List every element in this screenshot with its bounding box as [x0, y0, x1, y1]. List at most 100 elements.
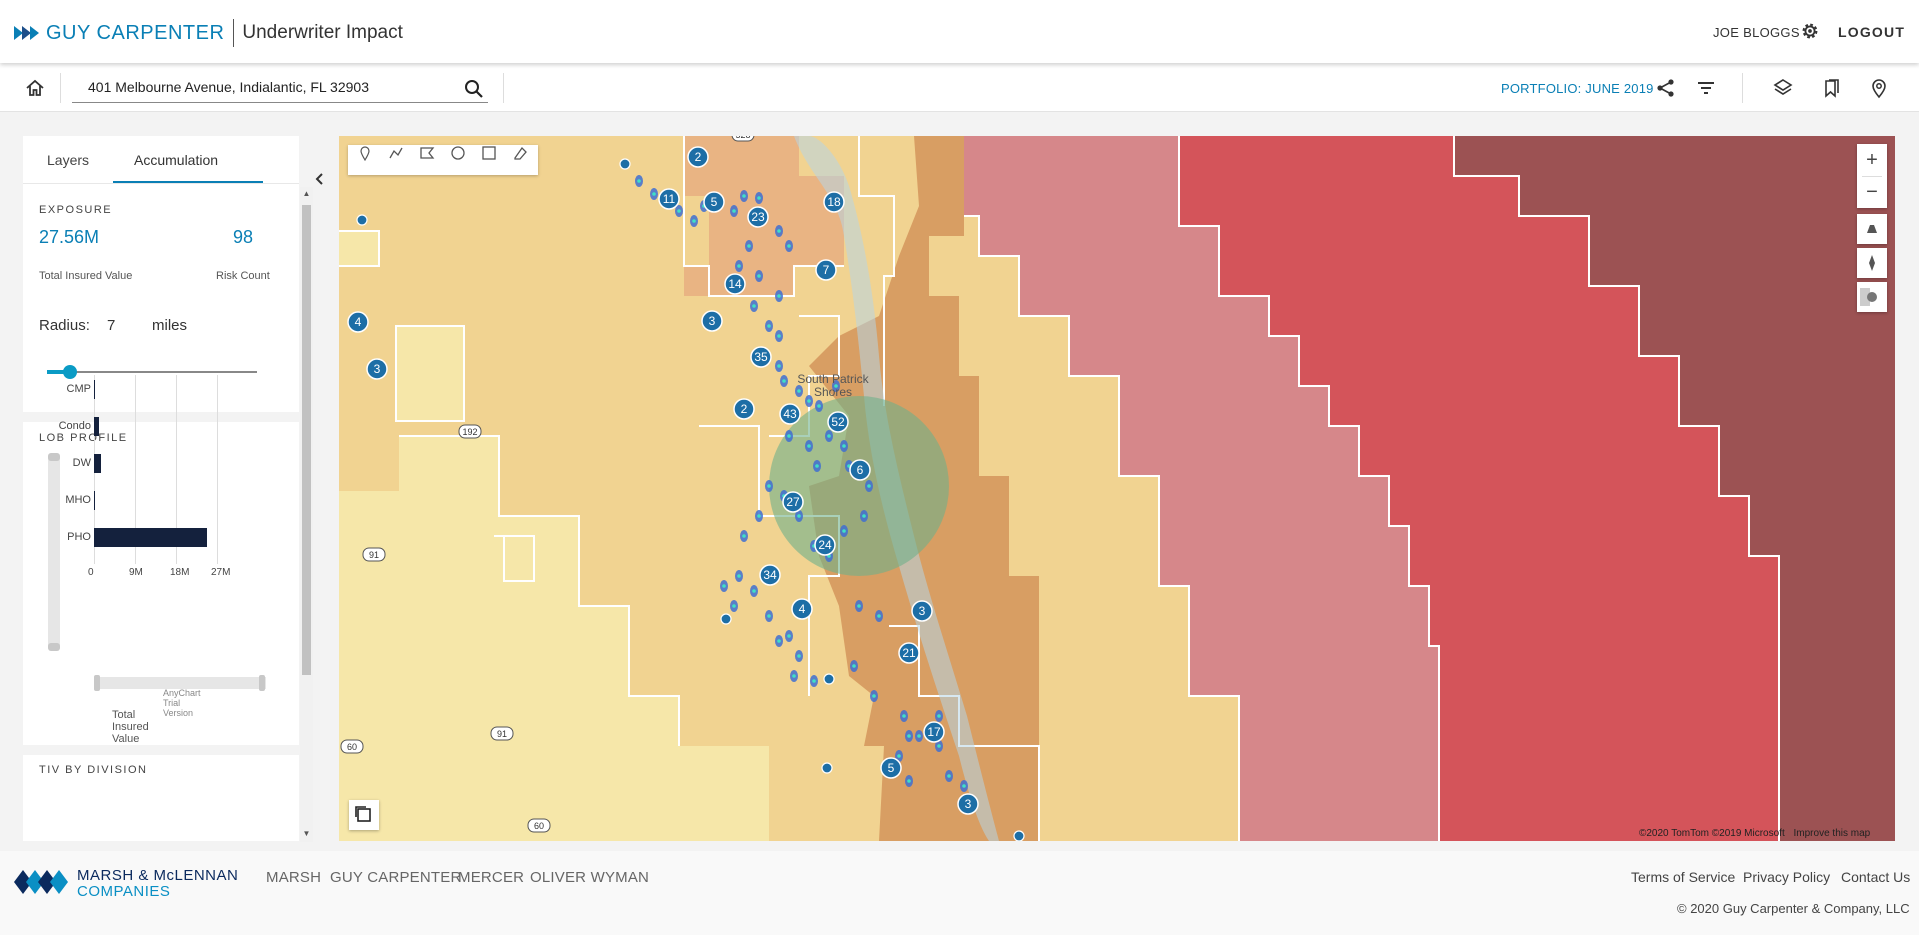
zoom-in-button[interactable]: +: [1857, 145, 1887, 175]
risk-marker[interactable]: [720, 613, 732, 625]
risk-cluster[interactable]: 2: [687, 146, 709, 168]
rotate-button[interactable]: [1857, 282, 1887, 312]
gear-icon[interactable]: [1799, 20, 1821, 42]
panel-scrollbar[interactable]: ▲ ▼: [300, 187, 313, 842]
chart-bar[interactable]: [94, 491, 95, 510]
footer-link-mercer[interactable]: MERCER: [458, 869, 524, 886]
heat-spot-core: [722, 584, 726, 588]
home-icon[interactable]: [24, 77, 46, 99]
chart-bar[interactable]: [94, 380, 95, 399]
heat-spot-core: [757, 274, 761, 278]
risk-cluster-count: 24: [818, 538, 832, 552]
risk-cluster-count: 18: [827, 195, 841, 209]
risk-cluster[interactable]: 18: [823, 191, 845, 213]
heat-spot-core: [742, 534, 746, 538]
chart-scroller-handle-right[interactable]: [259, 675, 265, 691]
risk-marker[interactable]: [619, 158, 631, 170]
road-shield-number: 192: [462, 427, 477, 437]
scrollbar-thumb[interactable]: [302, 205, 311, 675]
chart-bar[interactable]: [94, 528, 208, 547]
draw-line-icon[interactable]: [388, 145, 404, 161]
road-shield: 528: [731, 136, 755, 142]
road-shield: 91: [490, 726, 514, 741]
privacy-policy-link[interactable]: Privacy Policy: [1743, 869, 1830, 885]
improve-map-link[interactable]: Improve this map: [1794, 828, 1871, 839]
risk-cluster[interactable]: 23: [747, 206, 769, 228]
risk-cluster[interactable]: 52: [827, 411, 849, 433]
heat-spot-core: [747, 244, 751, 248]
share-icon[interactable]: [1655, 77, 1677, 99]
map-view[interactable]: 2 11 5 23 18 7 14 3 4 3 35 2 43 52 6 27 24 34 4 3 21 17 5 3 192…: [339, 136, 1895, 841]
brand[interactable]: GUY CARPENTER Underwriter Impact: [14, 19, 403, 47]
map-canvas[interactable]: 211 52318714343352 435262724344 3211753 192…: [339, 136, 1895, 841]
user-name[interactable]: JOE BLOGGS: [1713, 25, 1800, 40]
risk-cluster[interactable]: 2: [733, 398, 755, 420]
risk-cluster-count: 5: [711, 195, 718, 209]
risk-cluster-count: 35: [754, 350, 768, 364]
risk-cluster[interactable]: 3: [911, 600, 933, 622]
risk-cluster[interactable]: 17: [923, 721, 945, 743]
risk-marker[interactable]: [356, 214, 368, 226]
tilt-button[interactable]: [1857, 214, 1887, 244]
collapse-panel-button[interactable]: [313, 168, 327, 190]
zoom-out-button[interactable]: −: [1857, 177, 1887, 207]
layers-icon[interactable]: [1772, 77, 1794, 99]
logout-button[interactable]: LOGOUT: [1838, 24, 1905, 40]
risk-marker[interactable]: [1013, 830, 1025, 841]
terms-of-service-link[interactable]: Terms of Service: [1631, 869, 1735, 885]
compass-button[interactable]: [1857, 248, 1887, 278]
guy-carpenter-logo-icon: [14, 26, 39, 40]
footer-link-marsh[interactable]: MARSH: [266, 869, 321, 886]
risk-cluster[interactable]: 43: [779, 403, 801, 425]
filter-icon[interactable]: [1695, 77, 1717, 99]
risk-cluster[interactable]: 4: [791, 598, 813, 620]
risk-cluster[interactable]: 14: [724, 273, 746, 295]
risk-cluster[interactable]: 35: [750, 346, 772, 368]
location-pin-icon[interactable]: [1868, 77, 1890, 99]
heat-spot-core: [842, 529, 846, 533]
risk-cluster[interactable]: 3: [701, 310, 723, 332]
draw-circle-icon[interactable]: [450, 145, 466, 161]
risk-cluster[interactable]: 4: [347, 311, 369, 333]
scroll-up-arrow[interactable]: ▲: [302, 189, 311, 198]
footer: MARSH & McLENNAN COMPANIES MARSH GUY CAR…: [0, 851, 1919, 935]
draw-rectangle-icon[interactable]: [481, 145, 497, 161]
draw-point-icon[interactable]: [357, 145, 373, 161]
heat-spot-core: [857, 604, 861, 608]
risk-cluster[interactable]: 5: [703, 191, 725, 213]
heat-spot-core: [947, 774, 951, 778]
risk-marker[interactable]: [823, 673, 835, 685]
draw-polygon-icon[interactable]: [419, 145, 435, 161]
search-icon[interactable]: [464, 79, 484, 99]
risk-marker[interactable]: [821, 762, 833, 774]
chart-scroller-handle-left[interactable]: [94, 675, 100, 691]
address-search-input[interactable]: [88, 79, 448, 95]
contact-us-link[interactable]: Contact Us: [1841, 869, 1910, 885]
risk-cluster[interactable]: 24: [814, 534, 836, 556]
risk-cluster[interactable]: 21: [898, 642, 920, 664]
selection-tool-button[interactable]: [349, 800, 379, 830]
chart-bar[interactable]: [94, 417, 99, 436]
bookmarks-icon[interactable]: [1820, 77, 1842, 99]
footer-link-oliver-wyman[interactable]: OLIVER WYMAN: [530, 869, 649, 886]
risk-cluster[interactable]: 6: [849, 459, 871, 481]
heat-spot-core: [752, 589, 756, 593]
risk-cluster-count: 6: [857, 463, 864, 477]
portfolio-label[interactable]: PORTFOLIO: JUNE 2019: [1501, 81, 1654, 96]
eraser-icon[interactable]: [512, 145, 528, 161]
chart-bar[interactable]: [94, 454, 101, 473]
risk-cluster[interactable]: 5: [880, 757, 902, 779]
risk-cluster[interactable]: 27: [782, 491, 804, 513]
risk-cluster[interactable]: 3: [957, 793, 979, 815]
risk-cluster[interactable]: 34: [759, 564, 781, 586]
risk-cluster-count: 27: [786, 495, 800, 509]
risk-cluster[interactable]: 11: [658, 188, 680, 210]
heat-spot-core: [752, 304, 756, 308]
place-label: South Patrick: [797, 372, 869, 386]
risk-cluster[interactable]: 3: [366, 358, 388, 380]
footer-link-guy-carpenter[interactable]: GUY CARPENTER: [330, 869, 462, 886]
scroll-down-arrow[interactable]: ▼: [302, 829, 311, 838]
heat-spot-core: [737, 574, 741, 578]
risk-cluster[interactable]: 7: [815, 259, 837, 281]
heat-spot-core: [842, 444, 846, 448]
